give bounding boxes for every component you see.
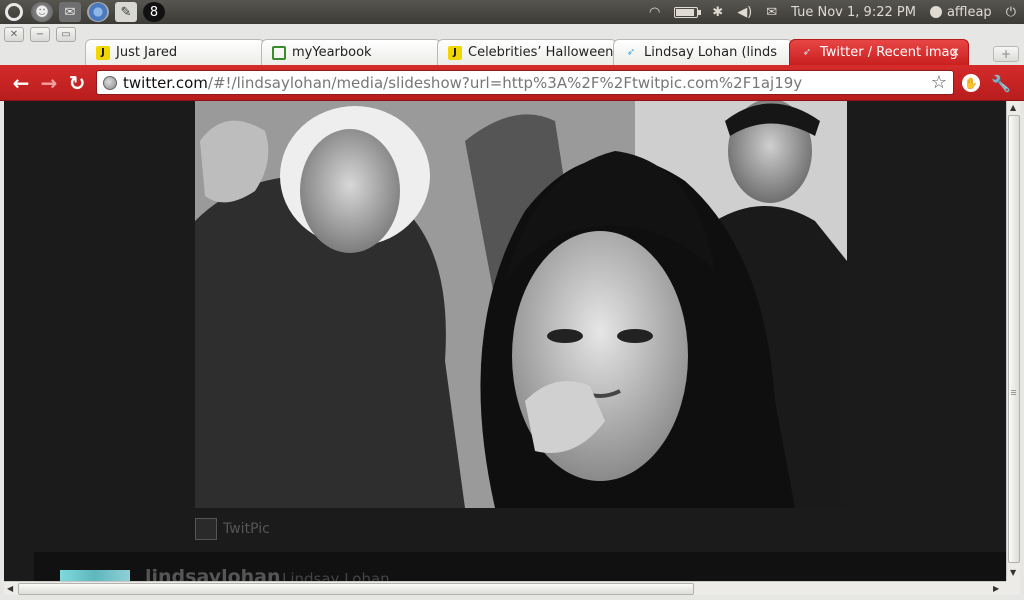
top-panel: ☻ ✉ ✎ 8 ◠ ✱ ◀) ✉ Tue Nov 1, 9:22 PM affl… [0,0,1024,24]
wrench-menu-button[interactable]: 🔧 [990,72,1012,94]
tweet-screen-name[interactable]: lindsaylohan [145,566,281,581]
page-content: TwitPic lindsaylohan Lindsay Lohan [4,101,1006,581]
pidgin-icon[interactable]: ✉ [59,2,81,22]
minimize-window-button[interactable]: − [30,27,50,42]
twitter-bird-icon: ➶ [626,47,636,58]
tab-title: Twitter / Recent imag [820,45,958,60]
firefox-icon[interactable]: ☻ [31,2,53,22]
power-icon[interactable]: ⏻ [1006,5,1016,20]
stop-hand-icon: ✋ [962,74,980,92]
scroll-down-arrow-icon[interactable]: ▼ [1010,568,1016,577]
tab-title: Celebrities’ Halloween [468,45,614,60]
text-editor-icon[interactable]: ✎ [115,2,137,22]
close-window-button[interactable]: ✕ [4,27,24,42]
wrench-icon: 🔧 [991,73,1011,93]
globe-icon [103,75,117,90]
ubuntu-logo-icon[interactable] [3,2,25,22]
terminal-icon[interactable]: 8 [143,2,165,22]
browser-toolbar: ← → ↻ twitter.com/#!/lindsaylohan/media/… [0,65,1024,101]
user-menu[interactable]: affleap [929,4,992,20]
bookmark-star-icon[interactable]: ☆ [931,72,947,93]
tab-just-jared[interactable]: J Just Jared [85,39,265,65]
tab-lindsay-lohan[interactable]: ➶ Lindsay Lohan (linds [613,39,793,65]
clock[interactable]: Tue Nov 1, 9:22 PM [791,5,916,20]
horizontal-scrollbar[interactable]: ◀ ▶ [4,581,1006,595]
justjared-icon: J [96,45,110,60]
volume-icon[interactable]: ◀) [737,5,752,20]
maximize-window-button[interactable]: ▭ [56,27,76,42]
twitter-bird-icon: ➶ [802,47,812,58]
vertical-scrollbar[interactable]: ▲ ▼ [1006,101,1020,581]
twitpic-icon [195,518,217,540]
photo-image [195,101,847,508]
forward-button[interactable]: → [38,71,60,95]
slideshow-photo[interactable] [195,101,847,508]
tab-title: myYearbook [292,45,372,60]
avatar[interactable] [60,570,130,581]
chromium-icon[interactable] [87,2,109,22]
user-status-icon [929,6,942,18]
tab-title: Lindsay Lohan (linds [644,45,778,60]
justjared-icon: J [448,45,462,60]
mail-icon[interactable]: ✉ [766,5,777,20]
tweet-full-name: Lindsay Lohan [282,570,390,581]
new-tab-button[interactable]: + [993,46,1019,62]
tab-title: Just Jared [116,45,178,60]
scroll-left-arrow-icon[interactable]: ◀ [7,584,13,593]
back-button[interactable]: ← [10,71,32,95]
horizontal-scroll-thumb[interactable] [18,583,694,595]
scroll-corner [1006,581,1020,595]
wifi-icon[interactable]: ◠ [649,5,660,20]
tab-twitter-recent-images[interactable]: ➶ Twitter / Recent imag × [789,39,969,65]
tweet-details-panel: lindsaylohan Lindsay Lohan [34,552,1006,581]
user-name: affleap [946,4,992,20]
vertical-scroll-thumb[interactable] [1008,115,1020,563]
url-host: twitter.com [123,73,208,92]
desktop-screen: ☻ ✉ ✎ 8 ◠ ✱ ◀) ✉ Tue Nov 1, 9:22 PM affl… [0,0,1024,600]
scroll-right-arrow-icon[interactable]: ▶ [993,584,999,593]
address-bar[interactable]: twitter.com/#!/lindsaylohan/media/slides… [96,70,954,95]
reload-button[interactable]: ↻ [66,71,88,95]
scroll-grip-icon [1011,390,1016,391]
battery-icon[interactable] [674,6,702,18]
source-label: TwitPic [223,521,270,537]
scroll-up-arrow-icon[interactable]: ▲ [1010,103,1016,112]
tab-celebrities-halloween[interactable]: J Celebrities’ Halloween [437,39,617,65]
bluetooth-icon[interactable]: ✱ [712,5,723,20]
tab-strip: J Just Jared myYearbook J Celebrities’ H… [85,39,969,65]
url-path: /#!/lindsaylohan/media/slideshow?url=htt… [207,73,803,92]
myyearbook-icon [272,45,286,60]
photo-source[interactable]: TwitPic [195,518,270,540]
tab-myyearbook[interactable]: myYearbook [261,39,441,65]
close-tab-icon[interactable]: × [950,45,960,59]
adblock-button[interactable]: ✋ [960,72,982,94]
